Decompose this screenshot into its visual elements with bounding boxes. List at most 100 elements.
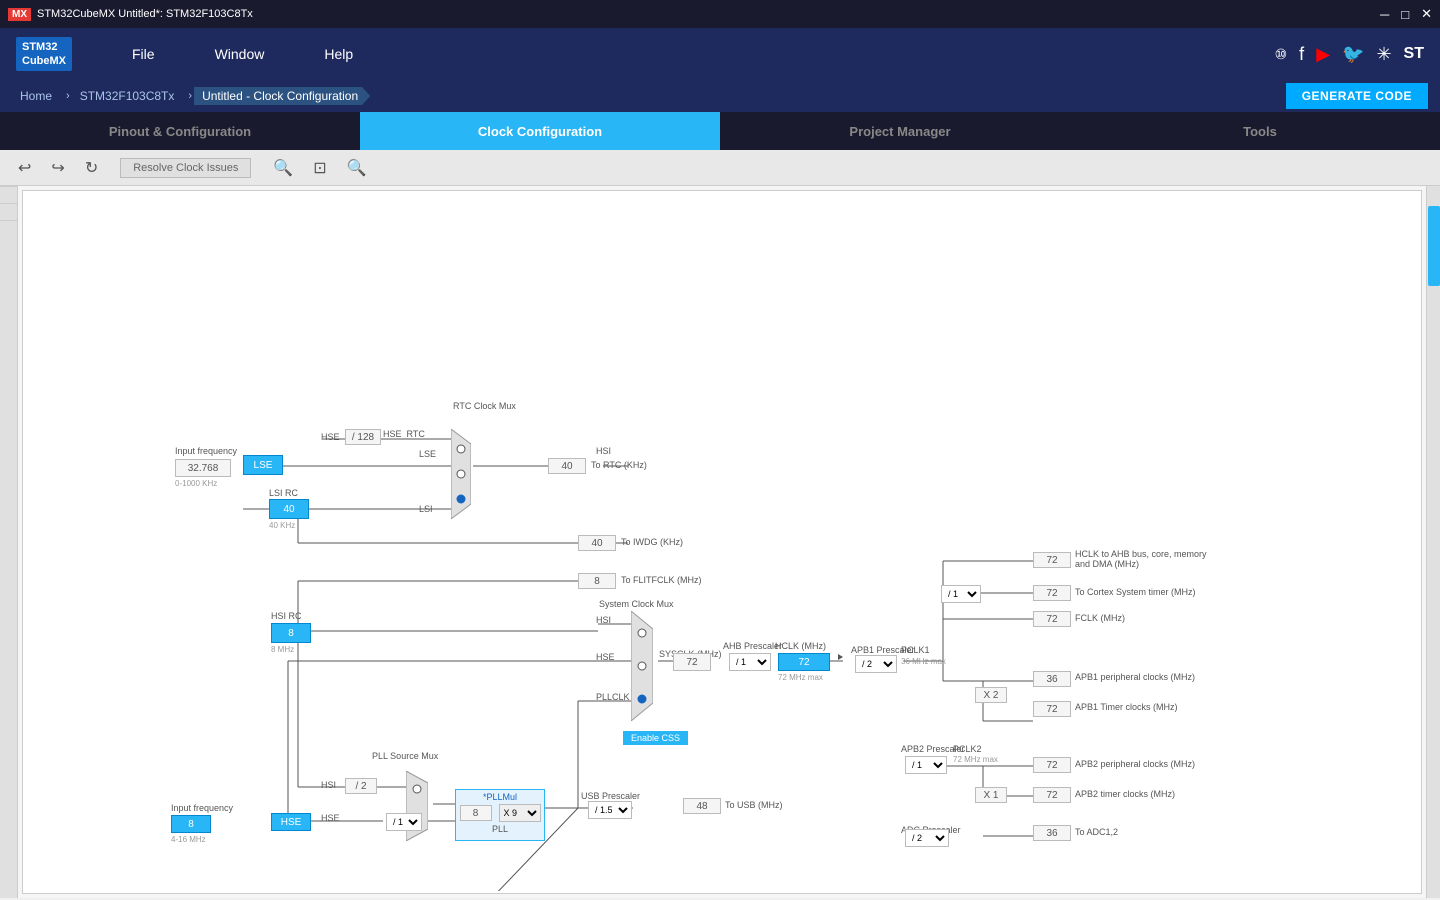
input-freq-range-top: 0-1000 KHz	[175, 479, 217, 488]
maximize-button[interactable]: □	[1401, 6, 1409, 22]
adc-label: To ADC1,2	[1075, 827, 1118, 837]
pll-source-mux-title: PLL Source Mux	[372, 751, 438, 761]
ahb-prescaler-select[interactable]: / 1	[729, 653, 771, 671]
ahb-prescaler-label: AHB Prescaler	[723, 641, 782, 651]
sysclk-mux[interactable]	[631, 611, 653, 724]
apb2-prescaler-select[interactable]: / 1	[905, 756, 947, 774]
breadcrumb-current[interactable]: Untitled - Clock Configuration	[194, 87, 370, 105]
zoom-in-button[interactable]: 🔍	[267, 156, 299, 180]
youtube-icon[interactable]: ▶	[1316, 44, 1330, 65]
apb2-periph-label: APB2 peripheral clocks (MHz)	[1075, 759, 1195, 769]
usb-box: 48	[683, 798, 721, 814]
lsi-mux-label: LSI	[419, 504, 433, 514]
apb2-timer-label: APB2 timer clocks (MHz)	[1075, 789, 1175, 799]
pll-hsi-div2-box: / 2	[345, 778, 377, 794]
tab-tools[interactable]: Tools	[1080, 112, 1440, 150]
apb1-timer-label: APB1 Timer clocks (MHz)	[1075, 702, 1178, 712]
usb-prescaler-select[interactable]: / 1.5	[588, 801, 632, 819]
tab-pinout[interactable]: Pinout & Configuration	[0, 112, 360, 150]
pclk1-max-label: 36 MHz max	[901, 657, 946, 666]
tab-clock[interactable]: Clock Configuration	[360, 112, 720, 150]
sidebar-left	[0, 186, 18, 898]
hclk-box[interactable]: 72	[778, 653, 830, 671]
rtc-mux-title: RTC Clock Mux	[453, 401, 516, 411]
pllmul-select[interactable]: X 9	[499, 804, 541, 822]
input-freq-bottom-box[interactable]: 8	[171, 815, 211, 833]
sidebar-tab-2[interactable]	[0, 203, 17, 220]
hclk-max-label: 72 MHz max	[778, 673, 823, 682]
window-menu[interactable]: Window	[215, 46, 265, 62]
hclk-ahb-box: 72	[1033, 552, 1071, 568]
scrollbar-right[interactable]	[1426, 186, 1440, 898]
close-button[interactable]: ✕	[1421, 6, 1432, 22]
tab-project[interactable]: Project Manager	[720, 112, 1080, 150]
clock-diagram[interactable]: Input frequency 32.768 0-1000 KHz LSE LS…	[22, 190, 1422, 894]
fit-button[interactable]: ⊡	[307, 156, 332, 180]
sidebar-tab-1[interactable]	[0, 186, 17, 203]
breadcrumb-home[interactable]: Home	[12, 87, 64, 105]
pclk2-label: PCLK2	[953, 744, 982, 754]
file-menu[interactable]: File	[132, 46, 155, 62]
lsi-freq-box[interactable]: 40	[269, 499, 309, 519]
pll-hsi-label: HSI	[321, 780, 336, 790]
facebook-icon[interactable]: f	[1299, 44, 1304, 65]
hclk-ahb-label: HCLK to AHB bus, core, memory and DMA (M…	[1075, 549, 1223, 569]
pll-div1-select[interactable]: / 1	[386, 813, 422, 831]
apb2-periph-box: 72	[1033, 757, 1071, 773]
pll-hse-label: HSE	[321, 813, 340, 823]
to-iwdg-label: To IWDG (KHz)	[621, 537, 683, 547]
input-freq-top-box[interactable]: 32.768	[175, 459, 231, 477]
tabbar: Pinout & Configuration Clock Configurati…	[0, 112, 1440, 150]
main-content: Input frequency 32.768 0-1000 KHz LSE LS…	[0, 186, 1440, 898]
scrollbar-thumb[interactable]	[1428, 206, 1440, 286]
lsi-khz-label: 40 KHz	[269, 521, 295, 530]
cortex-div-select[interactable]: / 1	[941, 585, 981, 603]
minimize-button[interactable]: ─	[1380, 6, 1389, 22]
input-freq-bottom-label: Input frequency	[171, 803, 233, 813]
lse-box[interactable]: LSE	[243, 455, 283, 475]
resolve-clock-issues-button[interactable]: Resolve Clock Issues	[120, 158, 251, 178]
zoom-out-button[interactable]: 🔍	[341, 156, 373, 180]
input-freq-top-label: Input frequency	[175, 446, 237, 456]
pll-value-box: 8	[460, 805, 492, 821]
st-logo: ST	[1404, 45, 1424, 63]
hse-div128-box: / 128	[345, 429, 381, 445]
hse-label-rtc: HSE	[321, 432, 340, 442]
reset-button[interactable]: ↻	[79, 156, 104, 180]
pll-label-inner: PLL	[456, 824, 544, 834]
hsi-rc-label: HSI RC	[271, 611, 302, 621]
apb1-prescaler-select[interactable]: / 2	[855, 655, 897, 673]
lse-mux-label: LSE	[419, 449, 436, 459]
input-freq-range-bottom: 4-16 MHz	[171, 835, 206, 844]
hsi-freq-box[interactable]: 8	[271, 623, 311, 643]
pllclk-mux-sys-label: PLLCLK	[596, 692, 630, 702]
hsi-sysclk-label: HSI	[596, 446, 611, 456]
breadcrumb-sep1: ›	[66, 90, 70, 102]
breadcrumb-chip[interactable]: STM32F103C8Tx	[72, 87, 187, 105]
fclk-box: 72	[1033, 611, 1071, 627]
cortex-timer-box: 72	[1033, 585, 1071, 601]
pclk2-max-label: 72 MHz max	[953, 755, 998, 764]
hse-rtc-label: HSE_RTC	[383, 429, 425, 439]
redo-button[interactable]: ↪	[45, 156, 70, 180]
rtc-mux[interactable]	[451, 429, 471, 522]
adc-box: 36	[1033, 825, 1071, 841]
pll-source-mux[interactable]	[406, 771, 428, 844]
apb1-x2-box: X 2	[975, 687, 1007, 703]
undo-button[interactable]: ↩	[12, 156, 37, 180]
twitter-icon[interactable]: 🐦	[1342, 44, 1364, 65]
titlebar: MX STM32CubeMX Untitled*: STM32F103C8Tx …	[0, 0, 1440, 28]
breadcrumb-bar: Home › STM32F103C8Tx › Untitled - Clock …	[0, 80, 1440, 112]
adc-prescaler-select[interactable]: / 2	[905, 829, 949, 847]
pllmul-label: *PLLMul	[456, 792, 544, 802]
hse-box[interactable]: HSE	[271, 813, 311, 831]
generate-code-button[interactable]: GENERATE CODE	[1286, 83, 1428, 109]
help-menu[interactable]: Help	[324, 46, 353, 62]
network-icon[interactable]: ✳	[1376, 44, 1391, 65]
sidebar-tab-3[interactable]	[0, 220, 17, 237]
to-rtc-label: To RTC (KHz)	[591, 460, 647, 470]
enable-css-button[interactable]: Enable CSS	[623, 731, 688, 745]
to-flit-label: To FLITFCLK (MHz)	[621, 575, 702, 585]
usb-prescaler-label: USB Prescaler	[581, 791, 640, 801]
hse-mux-sys-label: HSE	[596, 652, 615, 662]
